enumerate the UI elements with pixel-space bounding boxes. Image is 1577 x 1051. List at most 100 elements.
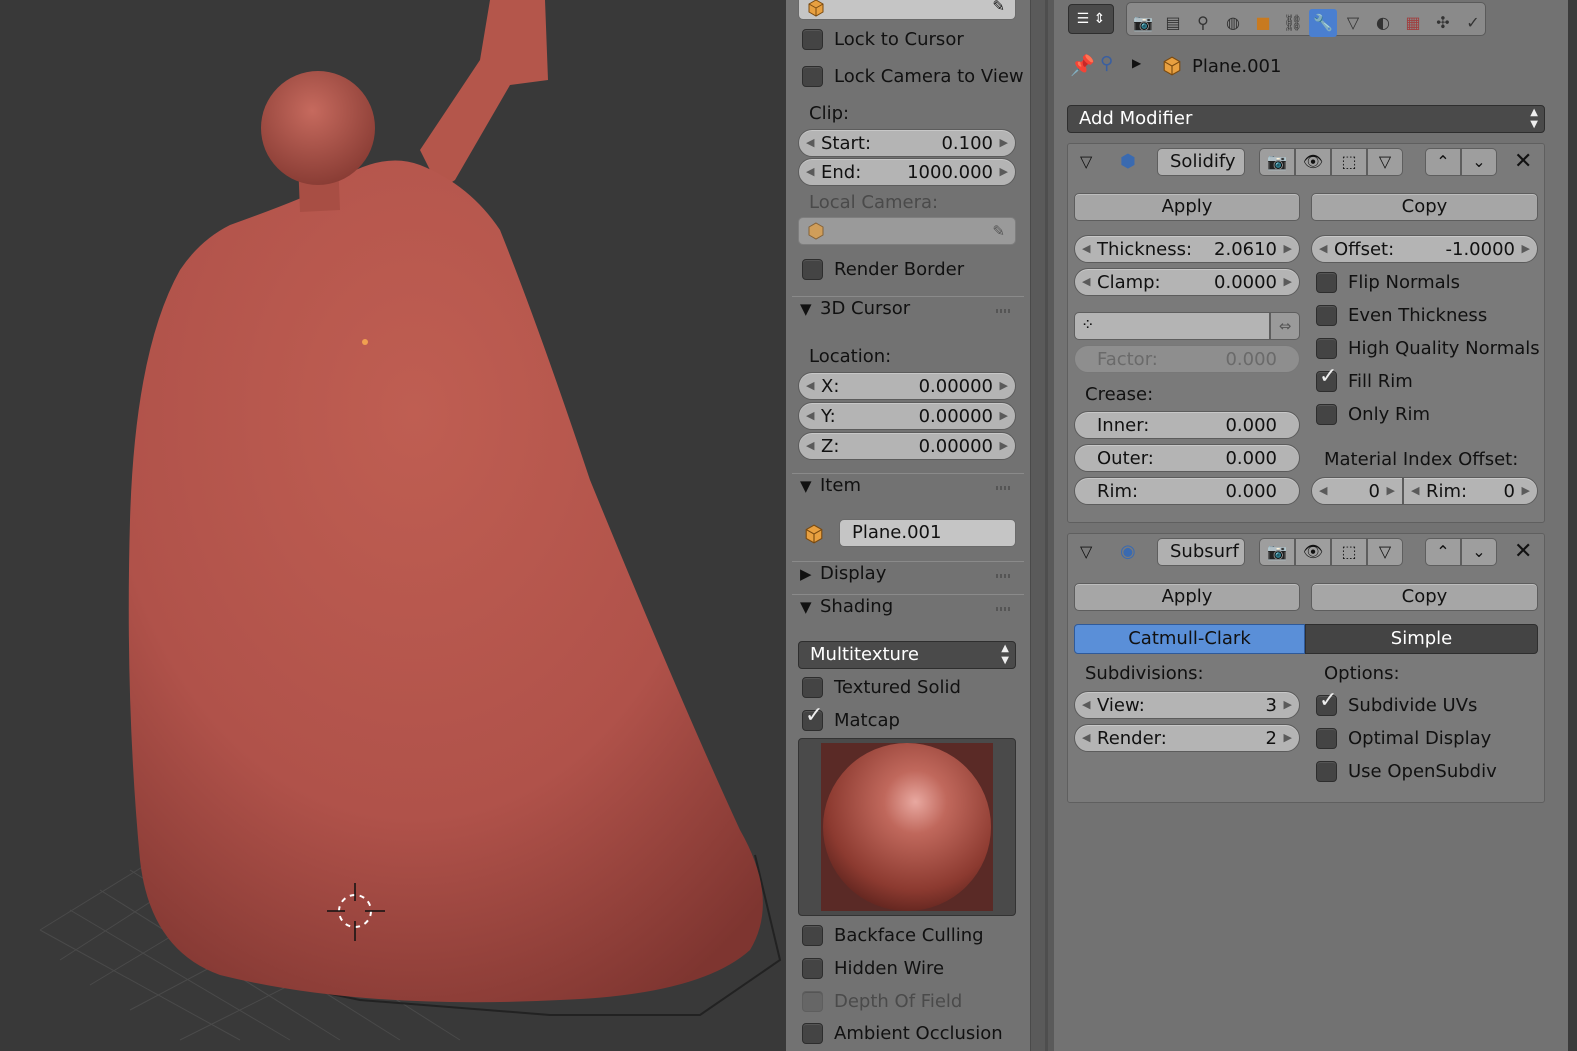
item-name-field[interactable]: Plane.001 <box>839 519 1016 547</box>
close-icon[interactable]: ✕ <box>1514 149 1532 174</box>
flip-normals-checkbox[interactable] <box>1316 272 1337 293</box>
world-tab-icon[interactable]: ◍ <box>1219 9 1247 37</box>
render-toggle-camera-icon[interactable]: 📷 <box>1259 538 1295 566</box>
solidify-copy-button[interactable]: Copy <box>1311 193 1538 221</box>
drag-grip-icon[interactable] <box>996 607 1010 611</box>
lock-object-field[interactable]: ✎ <box>798 0 1016 20</box>
section-3d-cursor[interactable]: ▼ 3D Cursor <box>792 296 1024 326</box>
move-down-icon[interactable]: ⌄ <box>1461 148 1497 176</box>
eyedropper-icon[interactable]: ✎ <box>992 0 1005 19</box>
matcap-preview[interactable] <box>798 738 1016 916</box>
crease-inner-field[interactable]: Inner: 0.000 <box>1074 411 1300 439</box>
3d-viewport[interactable] <box>0 0 786 1051</box>
updown-arrows-icon: ▲ ▼ <box>1001 643 1009 666</box>
collapse-triangle-icon: ▼ <box>800 300 812 318</box>
shading-mode-dropdown[interactable]: Multitexture ▲ ▼ <box>798 641 1016 669</box>
object-tab-icon[interactable]: ■ <box>1249 9 1277 37</box>
material-index-offset-label: Material Index Offset: <box>1324 449 1519 470</box>
move-up-icon[interactable]: ⌃ <box>1425 538 1461 566</box>
add-modifier-dropdown[interactable]: Add Modifier ▲ ▼ <box>1067 105 1545 133</box>
optimal-display-checkbox[interactable] <box>1316 728 1337 749</box>
matcap-checkbox[interactable]: ✓ <box>802 705 823 731</box>
render-tab-icon[interactable]: 📷 <box>1129 9 1157 37</box>
cage-toggle-icon[interactable]: ▽ <box>1367 538 1403 566</box>
section-display[interactable]: ▶ Display <box>792 561 1024 591</box>
material-tab-icon[interactable]: ◐ <box>1369 9 1397 37</box>
pin-icon[interactable]: 📌 <box>1070 53 1095 77</box>
subsurf-name-field[interactable]: Subsurf <box>1157 538 1245 566</box>
modifiers-wrench-tab-icon[interactable]: 🔧 <box>1309 9 1337 37</box>
eyedropper-icon[interactable]: ✎ <box>992 218 1005 244</box>
render-border-checkbox[interactable] <box>802 259 823 280</box>
solidify-name-field[interactable]: Solidify <box>1157 148 1245 176</box>
close-icon[interactable]: ✕ <box>1514 539 1532 564</box>
breadcrumb-arrow-icon: ▶ <box>1132 56 1142 70</box>
section-shading[interactable]: ▼ Shading <box>792 594 1024 624</box>
solidify-apply-button[interactable]: Apply <box>1074 193 1300 221</box>
cage-toggle-icon[interactable]: ▽ <box>1367 148 1403 176</box>
textured-solid-label: Textured Solid <box>834 677 961 698</box>
editmode-toggle-icon[interactable]: ⬚ <box>1331 148 1367 176</box>
cursor-y-field[interactable]: ◀ Y: 0.00000 ▶ <box>798 402 1016 430</box>
ambient-occlusion-checkbox[interactable] <box>802 1023 823 1044</box>
render-border-label: Render Border <box>834 259 965 280</box>
invert-vertex-group-icon[interactable]: ⇔ <box>1270 312 1300 340</box>
catmull-clark-toggle[interactable]: Catmull-Clark <box>1074 624 1305 654</box>
lock-camera-to-view-checkbox[interactable] <box>802 66 823 87</box>
factor-field[interactable]: Factor: 0.000 <box>1074 345 1300 373</box>
clip-end-field[interactable]: ◀ End: 1000.000 ▶ <box>798 158 1016 186</box>
depth-of-field-checkbox[interactable] <box>802 991 823 1012</box>
drag-grip-icon[interactable] <box>996 309 1010 313</box>
subsurf-copy-button[interactable]: Copy <box>1311 583 1538 611</box>
crease-outer-field[interactable]: Outer: 0.000 <box>1074 444 1300 472</box>
fill-rim-checkbox[interactable]: ✓ <box>1316 366 1337 392</box>
even-thickness-checkbox[interactable] <box>1316 305 1337 326</box>
cursor-z-field[interactable]: ◀ Z: 0.00000 ▶ <box>798 432 1016 460</box>
material-offset-field[interactable]: ◀ 0 ▶ <box>1311 477 1403 505</box>
subdivide-uvs-checkbox[interactable]: ✓ <box>1316 690 1337 716</box>
subdiv-render-field[interactable]: ◀ Render: 2 ▶ <box>1074 724 1300 752</box>
constraints-tab-icon[interactable]: ⛓ <box>1279 9 1307 37</box>
textured-solid-checkbox[interactable] <box>802 677 823 698</box>
texture-tab-icon[interactable]: ▦ <box>1399 9 1427 37</box>
panel-divider[interactable] <box>1030 0 1054 1051</box>
editor-type-dropdown[interactable]: ☰ ⇕ <box>1068 4 1114 34</box>
lock-to-cursor-checkbox[interactable] <box>802 29 823 50</box>
drag-grip-icon[interactable] <box>996 574 1010 578</box>
offset-field[interactable]: ◀ Offset: -1.0000 ▶ <box>1311 235 1538 263</box>
options-label: Options: <box>1324 663 1400 684</box>
simple-toggle[interactable]: Simple <box>1305 624 1538 654</box>
viewport-toggle-eye-icon[interactable]: 👁 <box>1295 148 1331 176</box>
clip-start-field[interactable]: ◀ Start: 0.100 ▶ <box>798 129 1016 157</box>
particles-tab-icon[interactable]: ✣ <box>1429 9 1457 37</box>
high-quality-normals-checkbox[interactable] <box>1316 338 1337 359</box>
collapse-triangle-icon[interactable]: ▽ <box>1080 542 1092 561</box>
cursor-x-field[interactable]: ◀ X: 0.00000 ▶ <box>798 372 1016 400</box>
viewport-toggle-eye-icon[interactable]: 👁 <box>1295 538 1331 566</box>
backface-culling-checkbox[interactable] <box>802 925 823 946</box>
only-rim-checkbox[interactable] <box>1316 404 1337 425</box>
render-layers-tab-icon[interactable]: ▤ <box>1159 9 1187 37</box>
collapse-triangle-icon: ▼ <box>800 598 812 616</box>
crease-rim-field[interactable]: Rim: 0.000 <box>1074 477 1300 505</box>
hidden-wire-checkbox[interactable] <box>802 958 823 979</box>
clamp-field[interactable]: ◀ Clamp: 0.0000 ▶ <box>1074 268 1300 296</box>
thickness-field[interactable]: ◀ Thickness: 2.0610 ▶ <box>1074 235 1300 263</box>
section-item[interactable]: ▼ Item <box>792 473 1024 503</box>
subdiv-view-field[interactable]: ◀ View: 3 ▶ <box>1074 691 1300 719</box>
vertex-group-field[interactable]: ⁘ <box>1074 312 1270 340</box>
move-down-icon[interactable]: ⌄ <box>1461 538 1497 566</box>
editmode-toggle-icon[interactable]: ⬚ <box>1331 538 1367 566</box>
collapse-triangle-icon[interactable]: ▽ <box>1080 152 1092 171</box>
drag-grip-icon[interactable] <box>996 486 1010 490</box>
data-tab-icon[interactable]: ▽ <box>1339 9 1367 37</box>
use-opensubdiv-checkbox[interactable] <box>1316 761 1337 782</box>
subsurf-apply-button[interactable]: Apply <box>1074 583 1300 611</box>
move-up-icon[interactable]: ⌃ <box>1425 148 1461 176</box>
local-camera-field[interactable]: ✎ <box>798 217 1016 245</box>
render-toggle-camera-icon[interactable]: 📷 <box>1259 148 1295 176</box>
material-rim-field[interactable]: ◀ Rim: 0 ▶ <box>1403 477 1538 505</box>
backface-culling-label: Backface Culling <box>834 925 984 946</box>
physics-tab-icon[interactable]: ✓ <box>1459 9 1487 37</box>
scene-tab-icon[interactable]: ⚲ <box>1189 9 1217 37</box>
